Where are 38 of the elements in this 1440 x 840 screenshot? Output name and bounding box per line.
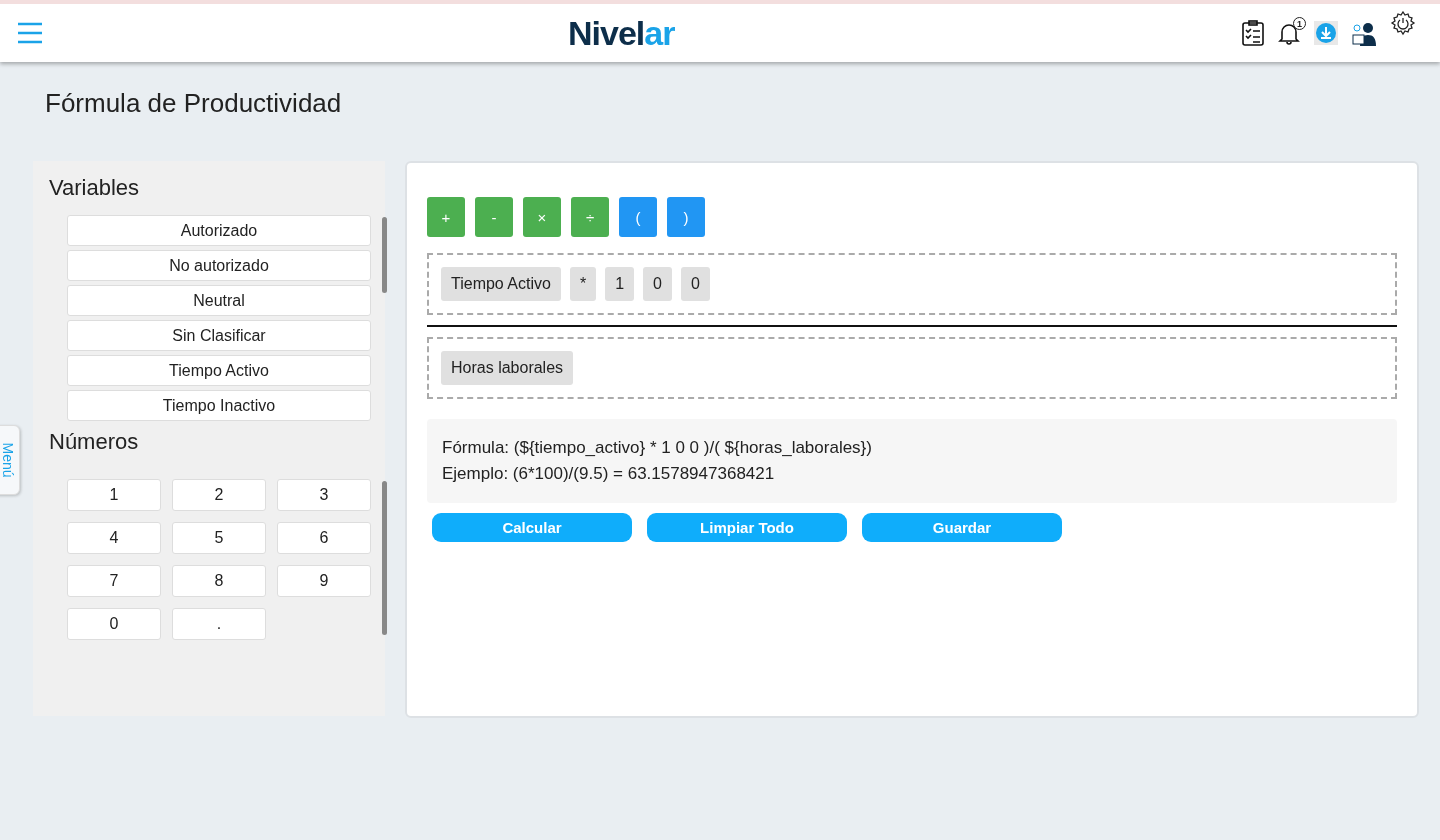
formula-token[interactable]: 1 — [605, 267, 635, 301]
numbers-heading: Números — [49, 429, 140, 456]
variable-button[interactable]: Sin Clasificar — [67, 320, 371, 351]
notification-badge: 1 — [1293, 17, 1306, 30]
variable-button[interactable]: Tiempo Activo — [67, 355, 371, 386]
number-button[interactable]: 1 — [67, 479, 161, 511]
menu-icon[interactable] — [18, 22, 42, 44]
variable-button[interactable]: Autorizado — [67, 215, 371, 246]
page-title: Fórmula de Productividad — [45, 88, 343, 118]
formula-token[interactable]: * — [569, 267, 597, 301]
number-button[interactable]: 9 — [277, 565, 371, 597]
number-button[interactable]: 3 — [277, 479, 371, 511]
download-icon[interactable] — [1314, 21, 1338, 45]
number-button[interactable]: . — [172, 608, 266, 640]
formula-token[interactable]: 0 — [680, 267, 710, 301]
number-button[interactable]: 0 — [67, 608, 161, 640]
example-text: Ejemplo: (6*100)/(9.5) = 63.1578947368421 — [442, 463, 776, 485]
number-button[interactable]: 6 — [277, 522, 371, 554]
support-agent-icon[interactable] — [1352, 20, 1376, 46]
number-button[interactable]: 2 — [172, 479, 266, 511]
formula-token[interactable]: 0 — [643, 267, 672, 301]
variable-button[interactable]: Neutral — [67, 285, 371, 316]
variable-button[interactable]: Tiempo Inactivo — [67, 390, 371, 421]
bell-icon[interactable] — [1278, 21, 1300, 45]
logo: Nivelar — [568, 14, 675, 53]
formula-token[interactable]: Tiempo Activo — [441, 267, 561, 301]
number-button[interactable]: 7 — [67, 565, 161, 597]
number-button[interactable]: 5 — [172, 522, 266, 554]
clipboard-icon[interactable] — [1242, 20, 1264, 46]
variable-button[interactable]: No autorizado — [67, 250, 371, 281]
numerator-dropzone[interactable]: Tiempo Activo * 1 0 0 — [427, 253, 1397, 315]
formula-text: Fórmula: (${tiempo_activo} * 1 0 0 )/( ${horas_laborales}) — [442, 437, 873, 459]
number-button[interactable]: 8 — [172, 565, 266, 597]
settings-icon[interactable] — [1390, 11, 1416, 37]
variables-heading: Variables — [49, 175, 141, 202]
denominator-dropzone[interactable]: Horas laborales — [427, 337, 1397, 399]
formula-token[interactable]: Horas laborales — [441, 351, 574, 385]
number-button[interactable]: 4 — [67, 522, 161, 554]
